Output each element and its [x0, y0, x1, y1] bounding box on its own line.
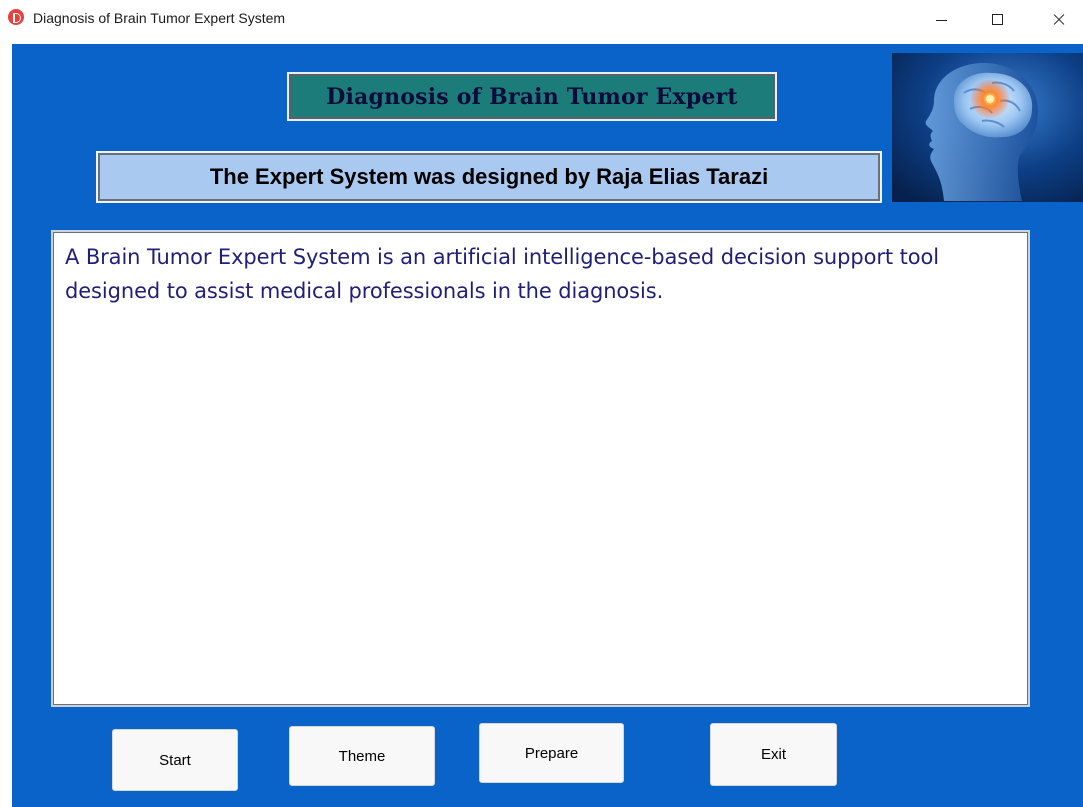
brain-image [892, 53, 1083, 202]
main-form: Diagnosis of Brain Tumor Expert The Expe… [12, 44, 1083, 807]
maximize-icon[interactable] [974, 0, 1020, 40]
designer-panel: The Expert System was designed by Raja E… [96, 151, 882, 203]
window-title: Diagnosis of Brain Tumor Expert System [33, 10, 286, 26]
heading-panel: Diagnosis of Brain Tumor Expert [287, 72, 777, 121]
minimize-icon[interactable] [918, 0, 964, 40]
description-textbox[interactable]: A Brain Tumor Expert System is an artifi… [51, 230, 1030, 707]
prepare-button[interactable]: Prepare [479, 723, 624, 783]
close-icon[interactable] [1036, 0, 1082, 40]
app-icon [8, 9, 24, 25]
title-bar: Diagnosis of Brain Tumor Expert System [0, 0, 1083, 40]
exit-button[interactable]: Exit [710, 723, 837, 786]
description-text: A Brain Tumor Expert System is an artifi… [65, 245, 939, 303]
theme-button[interactable]: Theme [289, 726, 435, 786]
page-title: Diagnosis of Brain Tumor Expert [326, 83, 738, 110]
start-button[interactable]: Start [112, 729, 238, 791]
designer-label: The Expert System was designed by Raja E… [209, 164, 769, 189]
brain-illustration [892, 53, 1083, 202]
